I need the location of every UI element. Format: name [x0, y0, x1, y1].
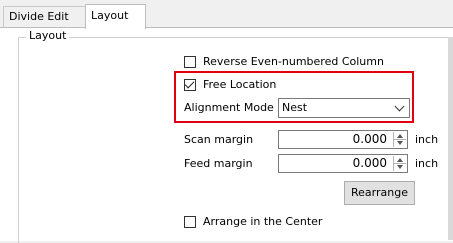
arrange-center-checkbox[interactable] — [184, 216, 196, 228]
feed-margin-spinner[interactable] — [393, 156, 406, 171]
free-location-checkbox[interactable] — [184, 79, 196, 91]
alignment-mode-label: Alignment Mode — [184, 101, 274, 114]
tab-divide-edit[interactable]: Divide Edit — [3, 6, 93, 27]
chevron-down-icon — [394, 101, 405, 112]
spin-up-icon[interactable] — [397, 158, 403, 162]
feed-margin-label: Feed margin — [184, 157, 253, 170]
scan-margin-input[interactable]: 0.000 — [278, 130, 408, 149]
scan-margin-value: 0.000 — [352, 132, 387, 146]
feed-margin-unit: inch — [415, 157, 439, 170]
alignment-mode-value: Nest — [282, 101, 308, 114]
alignment-mode-select[interactable]: Nest — [278, 98, 410, 118]
feed-margin-value: 0.000 — [352, 156, 387, 170]
spin-down-icon[interactable] — [397, 141, 403, 145]
feed-margin-input[interactable]: 0.000 — [278, 154, 408, 173]
spin-down-icon[interactable] — [397, 165, 403, 169]
arrange-center-label: Arrange in the Center — [203, 215, 323, 228]
layout-group-title: Layout — [26, 29, 70, 42]
tab-layout[interactable]: Layout — [85, 4, 146, 29]
free-location-label: Free Location — [203, 78, 277, 91]
scan-margin-spinner[interactable] — [393, 132, 406, 147]
tab-strip: Divide Edit Layout — [0, 0, 453, 29]
scan-margin-unit: inch — [415, 133, 439, 146]
rearrange-button[interactable]: Rearrange — [344, 181, 415, 205]
reverse-even-label: Reverse Even-numbered Column — [203, 55, 384, 68]
scan-margin-label: Scan margin — [184, 133, 254, 146]
reverse-even-checkbox[interactable] — [184, 56, 196, 68]
spin-up-icon[interactable] — [397, 134, 403, 138]
vertical-scrollbar[interactable] — [448, 37, 453, 240]
